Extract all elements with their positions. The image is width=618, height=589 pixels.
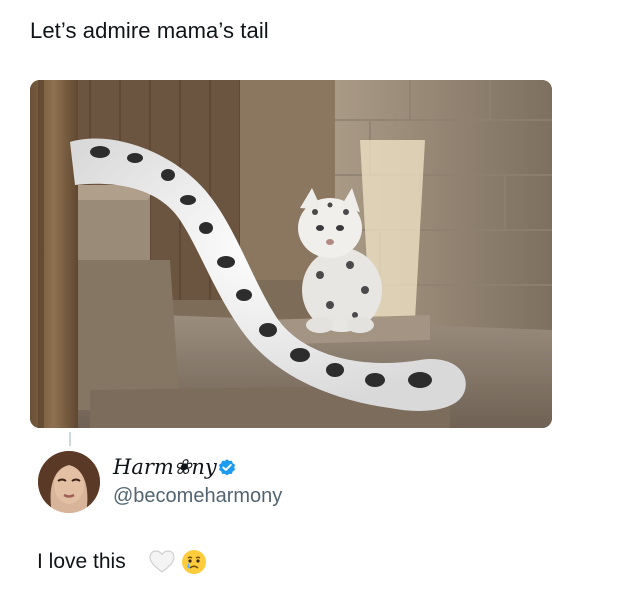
tweet-photo[interactable] xyxy=(30,80,552,428)
white-heart-icon xyxy=(149,550,175,573)
user-handle[interactable]: @becomeharmony xyxy=(113,484,282,508)
reply-text: I love this xyxy=(37,550,126,573)
display-name[interactable]: Harm❀ny xyxy=(113,455,217,479)
verified-badge-icon xyxy=(219,459,235,476)
crying-face-icon xyxy=(182,550,206,574)
thread-line xyxy=(69,432,71,446)
tweet-text: Let’s admire mama’s tail xyxy=(30,18,269,43)
avatar[interactable] xyxy=(38,451,100,513)
